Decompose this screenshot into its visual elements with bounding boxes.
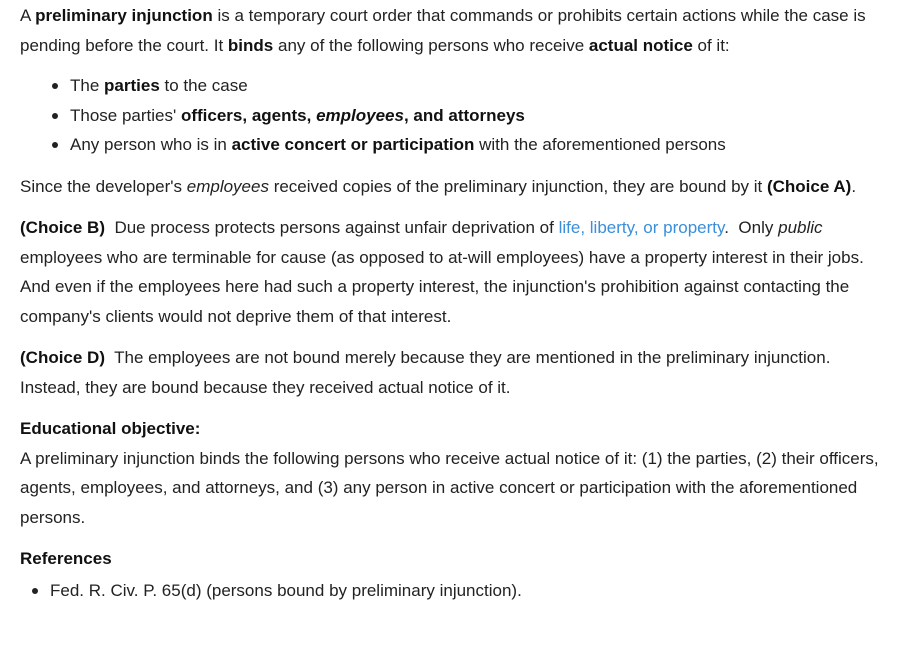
educational-objective-text: A preliminary injunction binds the follo… <box>20 448 879 527</box>
references-heading-text: References <box>20 549 112 568</box>
choice-b-label: (Choice B) <box>20 218 105 237</box>
intro-text-3: any of the following persons who receive <box>273 35 589 55</box>
choice-b-paragraph: (Choice B) Due process protects persons … <box>20 213 900 331</box>
term-actual-notice: actual notice <box>588 35 693 55</box>
choice-a-italic: employees <box>186 176 269 196</box>
term-preliminary-injunction: preliminary injunction <box>35 6 213 25</box>
intro-text-4: of it: <box>692 35 730 55</box>
term-binds: binds <box>227 35 274 55</box>
list-item-bold: active concert or participation <box>231 135 475 154</box>
choice-a-label: (Choice A) <box>766 176 852 196</box>
reference-item: Fed. R. Civ. P. 65(d) (persons bound by … <box>20 576 900 606</box>
list-item-text: Any person who is in <box>70 135 232 154</box>
choice-b-text: Due process protects persons against unf… <box>105 218 559 237</box>
list-item-bold: parties <box>104 76 160 95</box>
list-item-bold-part: officers, agents, <box>180 105 317 125</box>
list-item-bold: officers, agents, employees, and attorne… <box>181 106 525 125</box>
choice-a-text: . <box>851 176 857 196</box>
choice-b-italic: public <box>778 218 823 237</box>
intro-text-1: A <box>20 6 36 25</box>
references-list: Fed. R. Civ. P. 65(d) (persons bound by … <box>20 576 900 606</box>
list-item-text: Those parties' <box>70 105 181 125</box>
list-item: The parties to the case <box>20 71 900 101</box>
choice-b-text: . Only <box>724 218 779 237</box>
choice-d-paragraph: (Choice D) The employees are not bound m… <box>20 343 900 402</box>
explanation-panel: A preliminary injunction is a temporary … <box>20 0 900 605</box>
bound-persons-list: The parties to the case Those parties' o… <box>20 71 900 160</box>
list-item: Those parties' officers, agents, employe… <box>20 101 900 131</box>
list-item-text: to the case <box>159 76 248 95</box>
choice-d-label: (Choice D) <box>20 348 105 367</box>
educational-objective-heading: Educational objective: <box>20 414 900 444</box>
list-item: Any person who is in active concert or p… <box>20 130 900 160</box>
choice-d-text: The employees are not bound merely becau… <box>20 348 840 397</box>
list-item-text: The <box>70 76 105 95</box>
references-heading: References <box>20 544 900 574</box>
objective-heading-text: Educational objective: <box>20 419 201 438</box>
life-liberty-property-link[interactable]: life, liberty, or property <box>559 218 725 237</box>
list-item-bold-part: , and attorneys <box>403 105 525 125</box>
choice-a-text: Since the developer's <box>20 176 187 196</box>
list-item-bold-italic: employees <box>316 105 404 125</box>
choice-a-paragraph: Since the developer's employees received… <box>20 172 900 202</box>
intro-paragraph: A preliminary injunction is a temporary … <box>20 1 900 60</box>
choice-a-text: received copies of the preliminary injun… <box>268 176 767 196</box>
list-item-text: with the aforementioned persons <box>474 135 726 154</box>
